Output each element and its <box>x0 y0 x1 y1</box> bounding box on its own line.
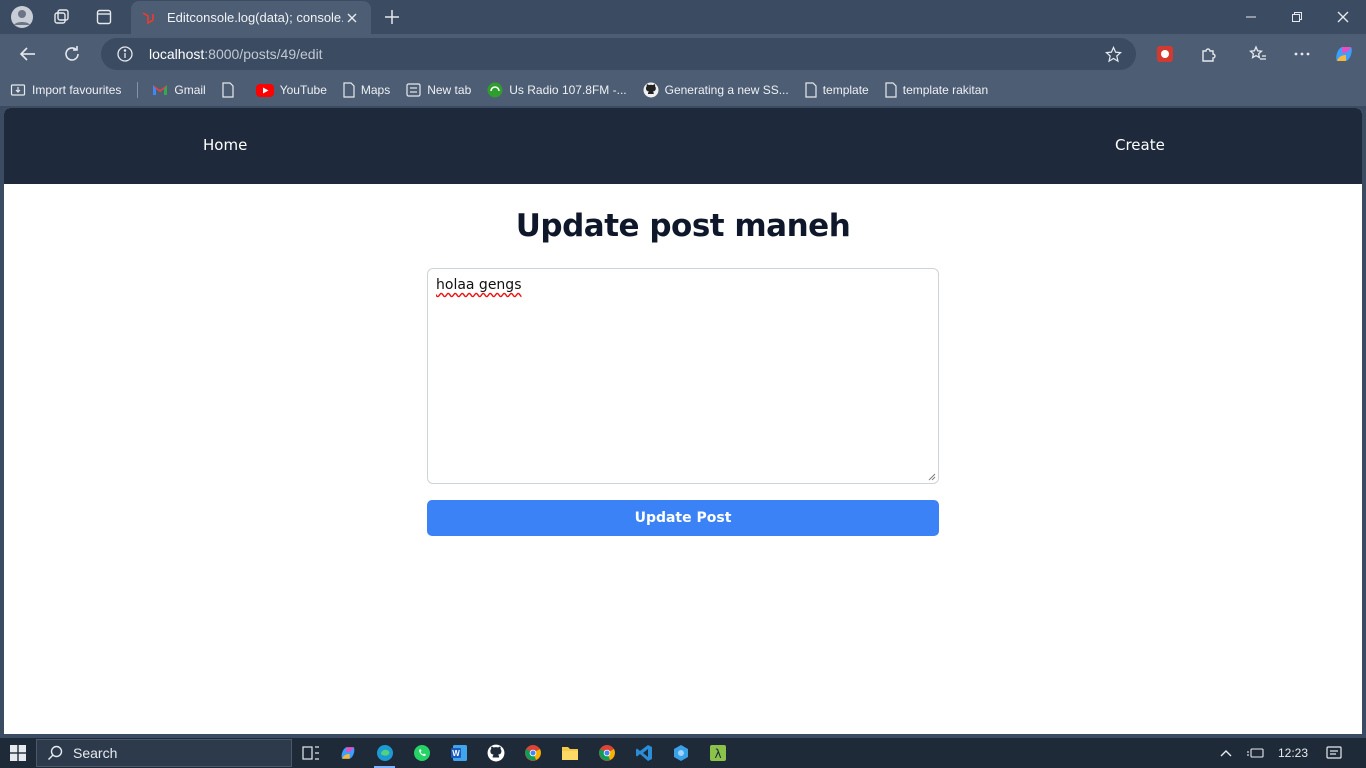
nav-home-link[interactable]: Home <box>203 136 247 154</box>
search-placeholder: Search <box>73 745 118 761</box>
svg-text:W: W <box>452 749 460 758</box>
post-body-textarea[interactable]: holaa gengs <box>427 268 939 484</box>
address-bar[interactable]: localhost:8000/posts/49/edit <box>101 38 1136 70</box>
file-explorer-taskbar-icon[interactable] <box>551 738 588 768</box>
tray-overflow-chevron-icon[interactable] <box>1220 749 1232 757</box>
tab-actions-icon[interactable] <box>86 0 122 34</box>
github-icon <box>643 82 659 98</box>
copilot-icon[interactable] <box>1328 38 1360 70</box>
more-menu-icon[interactable] <box>1286 38 1318 70</box>
youtube-icon <box>255 83 274 97</box>
chrome-taskbar-icon[interactable] <box>514 738 551 768</box>
close-tab-icon[interactable] <box>343 9 361 27</box>
minimize-icon[interactable] <box>1228 0 1274 34</box>
notifications-icon[interactable] <box>1326 746 1342 760</box>
bookmark-gmail[interactable]: Gmail <box>152 83 206 97</box>
whatsapp-taskbar-icon[interactable] <box>403 738 440 768</box>
bookmark-template[interactable]: template <box>805 82 869 98</box>
page-icon <box>885 82 897 98</box>
bookmark-separator <box>137 82 139 98</box>
search-icon <box>48 745 63 760</box>
tab-title: Editconsole.log(data); console.log <box>167 10 343 25</box>
favorite-star-icon[interactable] <box>1105 46 1122 63</box>
back-icon[interactable] <box>12 38 44 70</box>
post-body-value: holaa gengs <box>436 277 522 293</box>
copilot-taskbar-icon[interactable] <box>329 738 366 768</box>
page-icon <box>222 82 234 98</box>
page-title: Update post maneh <box>515 208 851 244</box>
newtab-icon <box>406 83 421 97</box>
bookmark-us-radio[interactable]: Us Radio 107.8FM -... <box>487 82 627 98</box>
start-button[interactable] <box>0 738 36 768</box>
browser-tab-active[interactable]: Editconsole.log(data); console.log <box>131 1 371 34</box>
address-host: localhost <box>149 46 205 62</box>
site-navbar: Home Create <box>4 108 1362 184</box>
profile-icon[interactable] <box>4 0 40 34</box>
gmail-icon <box>153 85 168 95</box>
terminal-taskbar-icon[interactable]: λ <box>699 738 736 768</box>
import-icon <box>10 84 26 96</box>
radio-icon <box>487 82 503 98</box>
nav-create-link[interactable]: Create <box>1115 136 1165 154</box>
bookmark-github-ssh[interactable]: Generating a new SS... <box>643 82 789 98</box>
clock[interactable]: 12:23 <box>1278 746 1308 760</box>
restore-icon[interactable] <box>1274 0 1320 34</box>
windows-taskbar: Search W λ 12:23 <box>0 738 1366 768</box>
extension-app-icon[interactable] <box>1149 38 1181 70</box>
title-bar: Editconsole.log(data); console.log <box>0 0 1366 34</box>
word-taskbar-icon[interactable]: W <box>440 738 477 768</box>
laravel-favicon-icon <box>142 11 154 24</box>
new-tab-icon[interactable] <box>374 0 410 34</box>
app-taskbar-icon[interactable] <box>662 738 699 768</box>
system-tray: 12:23 <box>1206 738 1366 768</box>
extensions-icon[interactable] <box>1193 38 1225 70</box>
vscode-taskbar-icon[interactable] <box>625 738 662 768</box>
taskbar-search-box[interactable]: Search <box>36 739 292 767</box>
chrome-profile-taskbar-icon[interactable] <box>588 738 625 768</box>
favorites-icon[interactable] <box>1242 38 1274 70</box>
bookmarks-bar: Import favourites Gmail YouTube Maps New… <box>0 74 1366 106</box>
update-post-button[interactable]: Update Post <box>427 500 939 536</box>
bookmark-maps[interactable]: Maps <box>343 82 390 98</box>
bookmark-youtube[interactable]: YouTube <box>255 83 327 97</box>
refresh-icon[interactable] <box>56 38 88 70</box>
bookmark-new-tab[interactable]: New tab <box>406 83 471 97</box>
site-info-icon[interactable] <box>117 46 133 62</box>
browser-toolbar: localhost:8000/posts/49/edit <box>0 34 1366 74</box>
page-viewport: Home Create Update post maneh holaa geng… <box>4 108 1362 734</box>
workspaces-icon[interactable] <box>44 0 80 34</box>
close-window-icon[interactable] <box>1320 0 1366 34</box>
bookmark-blank-page[interactable] <box>222 82 240 98</box>
bookmark-import-favourites[interactable]: Import favourites <box>10 82 121 98</box>
svg-text:λ: λ <box>714 747 721 761</box>
battery-network-icon[interactable] <box>1246 747 1264 759</box>
address-path: :8000/posts/49/edit <box>204 46 323 62</box>
resize-grip-icon[interactable] <box>928 473 936 481</box>
github-desktop-taskbar-icon[interactable] <box>477 738 514 768</box>
windows-logo-icon <box>10 745 26 761</box>
page-icon <box>343 82 355 98</box>
page-icon <box>805 82 817 98</box>
bookmark-template-rakitan[interactable]: template rakitan <box>885 82 988 98</box>
edge-taskbar-icon[interactable] <box>366 738 403 768</box>
task-view-icon[interactable] <box>292 738 329 768</box>
